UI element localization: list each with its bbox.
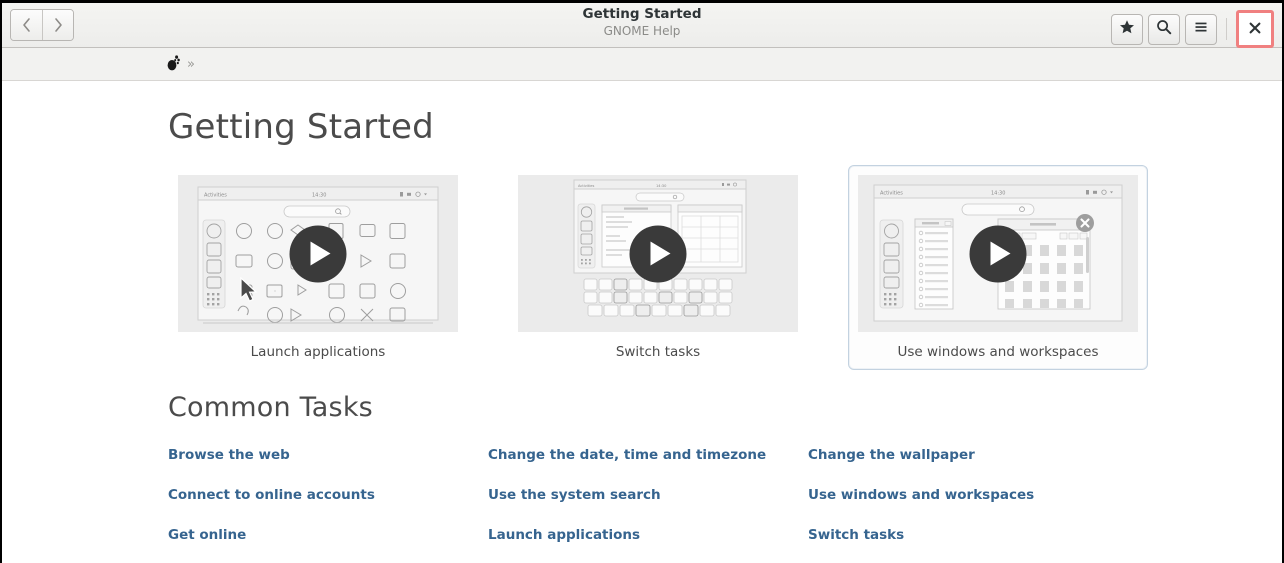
mouse-cursor-icon [240, 277, 260, 305]
task-column: Change the date, time and timezone Use t… [488, 447, 808, 563]
task-link[interactable]: Use windows and workspaces [808, 487, 1128, 503]
video-card-caption: Switch tasks [518, 344, 798, 360]
menu-button[interactable] [1185, 14, 1217, 45]
video-card-list: Activities 14:30 [168, 165, 1282, 370]
svg-text:Activities: Activities [204, 193, 227, 199]
svg-text:Activities: Activities [578, 184, 595, 188]
play-icon[interactable] [630, 225, 687, 282]
search-button[interactable] [1148, 14, 1180, 45]
video-thumbnail[interactable]: Activities 14:30 [178, 175, 458, 332]
play-icon[interactable] [290, 225, 347, 282]
task-column: Browse the web Connect to online account… [168, 447, 488, 563]
navigation-button-group [10, 9, 74, 41]
task-link[interactable]: Browse the web [168, 447, 488, 463]
task-link[interactable]: Change the wallpaper [808, 447, 1128, 463]
task-link[interactable]: Use the system search [488, 487, 808, 503]
chevron-right-icon [53, 17, 64, 33]
task-link[interactable]: Launch applications [488, 527, 808, 543]
star-icon [1119, 19, 1135, 39]
help-window: Getting Started GNOME Help [0, 0, 1284, 563]
window-title-block: Getting Started GNOME Help [2, 6, 1282, 39]
common-tasks-links: Browse the web Connect to online account… [168, 447, 1282, 563]
svg-text:14:30: 14:30 [312, 193, 326, 199]
gnome-foot-icon[interactable] [166, 54, 181, 75]
video-card-launch-applications[interactable]: Activities 14:30 [168, 165, 468, 370]
window-subtitle: GNOME Help [2, 23, 1282, 39]
svg-text:14:30: 14:30 [656, 184, 667, 188]
header-bar: Getting Started GNOME Help [2, 3, 1282, 48]
close-icon [1248, 20, 1262, 39]
video-thumbnail[interactable]: Activities 14:30 [858, 175, 1138, 332]
svg-text:14:30: 14:30 [991, 191, 1005, 197]
back-button[interactable] [11, 10, 42, 40]
video-card-switch-tasks[interactable]: Activities 14:30 [508, 165, 808, 370]
video-card-use-windows-and-workspaces[interactable]: Activities 14:30 [848, 165, 1148, 370]
chevron-left-icon [21, 17, 32, 33]
hamburger-menu-icon [1193, 19, 1209, 39]
play-icon[interactable] [970, 225, 1027, 282]
breadcrumb-separator: » [187, 57, 195, 72]
header-separator [1226, 18, 1227, 40]
close-button-highlight [1236, 10, 1274, 48]
header-actions [1111, 10, 1274, 48]
svg-text:Activities: Activities [880, 191, 903, 197]
task-column: Change the wallpaper Use windows and wor… [808, 447, 1128, 563]
video-card-caption: Use windows and workspaces [858, 344, 1138, 360]
page-content: Getting Started Activities 14:30 [2, 107, 1282, 563]
breadcrumb: » [2, 48, 1282, 81]
task-link[interactable]: Switch tasks [808, 527, 1128, 543]
close-button[interactable] [1241, 15, 1269, 43]
task-link[interactable]: Get online [168, 527, 488, 543]
section-title: Common Tasks [168, 392, 1282, 423]
video-thumbnail[interactable]: Activities 14:30 [518, 175, 798, 332]
task-link[interactable]: Change the date, time and timezone [488, 447, 808, 463]
video-card-caption: Launch applications [178, 344, 458, 360]
search-icon [1156, 19, 1172, 39]
bookmarks-button[interactable] [1111, 14, 1143, 45]
page-title: Getting Started [168, 107, 1282, 147]
task-link[interactable]: Connect to online accounts [168, 487, 488, 503]
window-title: Getting Started [2, 6, 1282, 23]
forward-button[interactable] [42, 10, 73, 40]
